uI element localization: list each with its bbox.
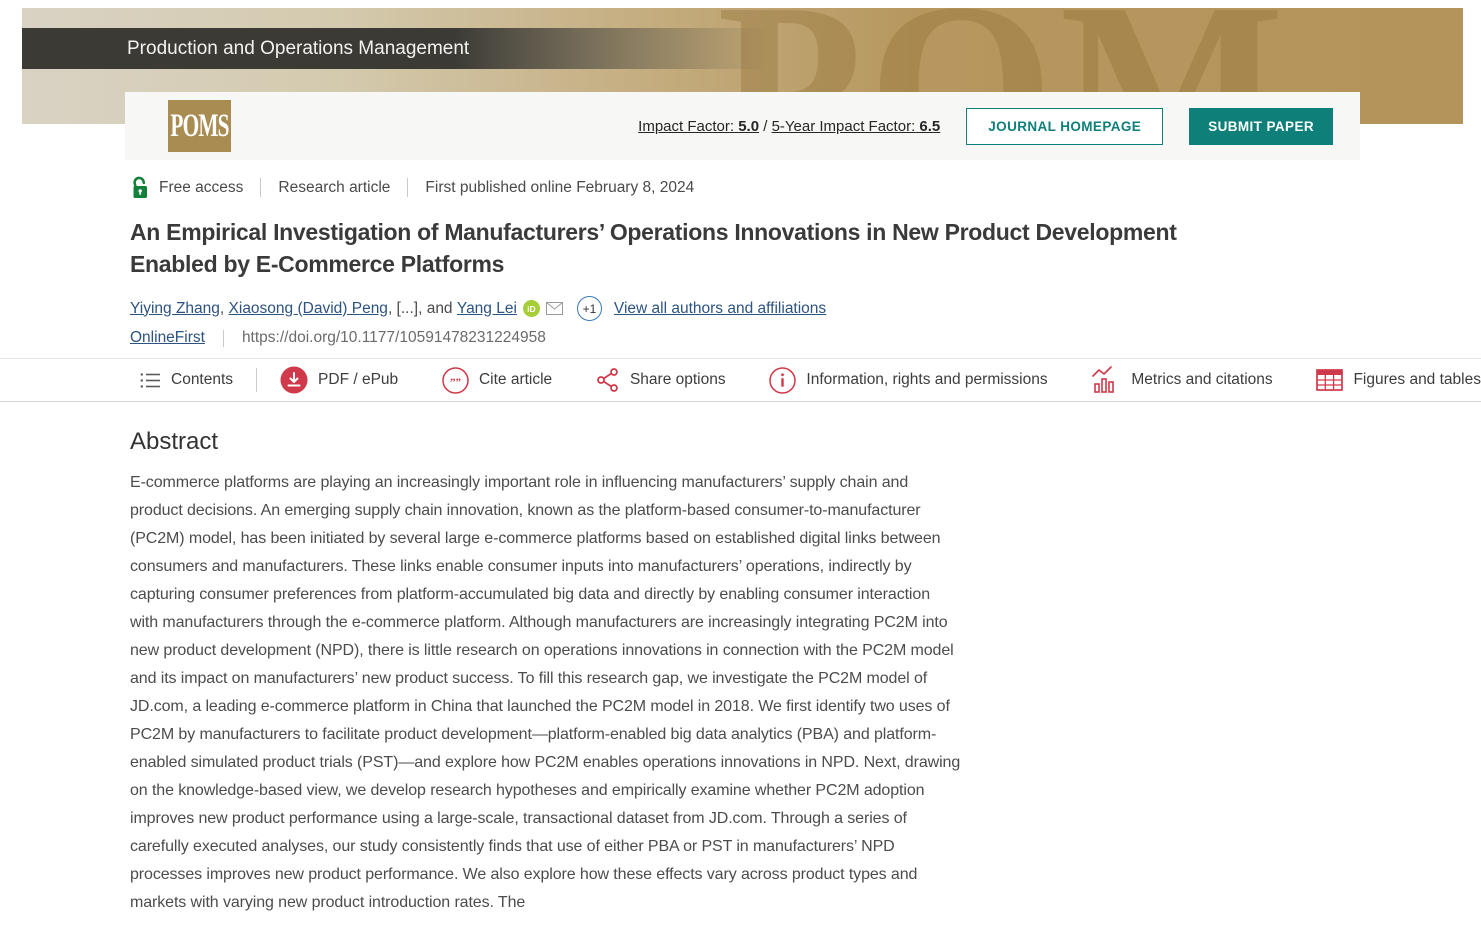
impact-factor-label: Impact Factor: — [638, 118, 734, 135]
abstract-text: E-commerce platforms are playing an incr… — [130, 469, 962, 917]
toolbar-item-label: Metrics and citations — [1131, 371, 1272, 389]
five-year-impact-factor-link[interactable]: 5-Year Impact Factor: 6.5 — [772, 118, 941, 135]
toolbar-item-metrics[interactable]: Metrics and citations — [1091, 366, 1272, 394]
article-meta-row: Free access Research article First publi… — [131, 176, 694, 199]
impact-factor-block: Impact Factor: 5.0 / 5-Year Impact Facto… — [638, 118, 940, 135]
table-icon — [1316, 369, 1343, 391]
email-envelope-icon[interactable] — [546, 302, 563, 315]
five-year-impact-factor-label: 5-Year Impact Factor: — [772, 118, 916, 135]
authors-row: Yiying Zhang, Xiaosong (David) Peng, [..… — [130, 296, 826, 321]
toolbar-item-figures[interactable]: Figures and tables — [1316, 369, 1481, 391]
toolbar-item-label: Information, rights and permissions — [806, 371, 1047, 389]
toolbar-item-pdf-epub[interactable]: PDF / ePub — [280, 366, 398, 394]
doi-text: https://doi.org/10.1177/1059147823122495… — [242, 329, 546, 347]
share-icon — [596, 367, 620, 393]
orcid-icon[interactable]: iD — [523, 300, 540, 317]
toolbar-item-label: Figures and tables — [1353, 371, 1481, 389]
divider — [256, 368, 257, 392]
info-icon — [769, 367, 796, 394]
article-type-label: Research article — [278, 179, 390, 197]
poms-logo-text: POMS — [170, 107, 228, 145]
divider — [260, 178, 261, 197]
toolbar-item-label: Share options — [630, 371, 726, 389]
author-separator: , [...], and — [388, 300, 457, 318]
author-link-2[interactable]: Xiaosong (David) Peng — [229, 300, 388, 318]
abstract-heading: Abstract — [130, 428, 218, 456]
toolbar-item-label: Contents — [171, 371, 233, 389]
impact-factor-separator: / — [759, 118, 772, 135]
author-link-3[interactable]: Yang Lei — [457, 300, 517, 318]
impact-factor-value: 5.0 — [738, 118, 759, 135]
impact-factor-link[interactable]: Impact Factor: 5.0 — [638, 118, 759, 135]
journal-homepage-button[interactable]: JOURNAL HOMEPAGE — [966, 108, 1163, 145]
divider — [407, 178, 408, 197]
access-type-label: Free access — [159, 179, 243, 197]
journal-name-strip: Production and Operations Management — [22, 28, 767, 69]
poms-logo[interactable]: POMS — [168, 100, 231, 152]
article-title: An Empirical Investigation of Manufactur… — [130, 216, 1250, 280]
article-toolbar: Contents PDF / ePub ”” Cite article Shar… — [0, 358, 1481, 402]
contents-list-icon — [140, 372, 161, 389]
online-first-link[interactable]: OnlineFirst — [130, 329, 205, 347]
journal-name: Production and Operations Management — [22, 38, 469, 60]
toolbar-item-cite[interactable]: ”” Cite article — [442, 367, 552, 394]
publication-info-row: OnlineFirst https://doi.org/10.1177/1059… — [130, 329, 546, 347]
journal-info-bar: POMS Impact Factor: 5.0 / 5-Year Impact … — [125, 92, 1360, 160]
quote-icon: ”” — [442, 367, 469, 394]
view-all-authors-link[interactable]: View all authors and affiliations — [614, 300, 826, 318]
toolbar-item-label: PDF / ePub — [318, 371, 398, 389]
divider — [223, 330, 224, 347]
download-icon — [280, 366, 308, 394]
toolbar-item-label: Cite article — [479, 371, 552, 389]
first-published-label: First published online February 8, 2024 — [425, 179, 694, 197]
toolbar-item-contents[interactable]: Contents — [140, 371, 233, 389]
toolbar-item-information[interactable]: Information, rights and permissions — [769, 367, 1047, 394]
svg-text:””: ”” — [450, 376, 461, 388]
submit-paper-button[interactable]: SUBMIT PAPER — [1189, 108, 1333, 145]
more-authors-badge[interactable]: +1 — [577, 296, 602, 321]
toolbar-item-share[interactable]: Share options — [596, 367, 726, 393]
open-lock-icon — [131, 176, 150, 199]
metrics-icon — [1091, 366, 1121, 394]
five-year-impact-factor-value: 6.5 — [919, 118, 940, 135]
author-separator: , — [220, 300, 229, 318]
author-link-1[interactable]: Yiying Zhang — [130, 300, 220, 318]
